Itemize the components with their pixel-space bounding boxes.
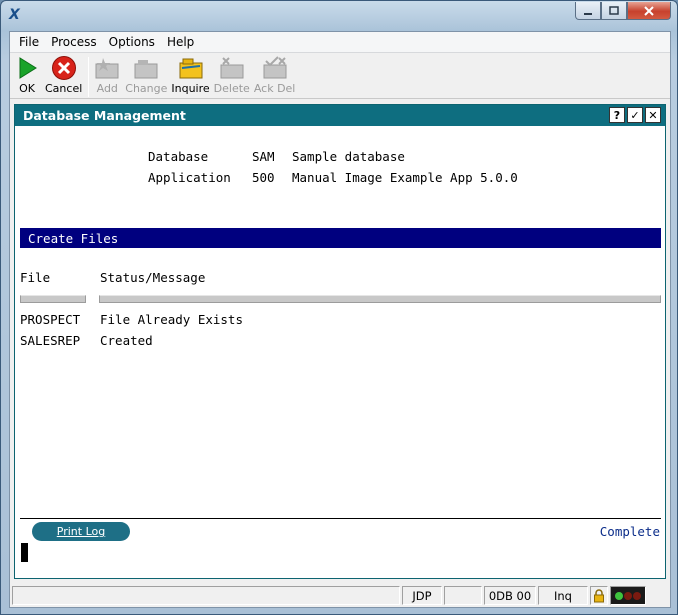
minimize-icon [584, 12, 592, 15]
text-cursor [21, 543, 28, 562]
ack-del-label: Ack Del [253, 82, 296, 95]
application-label: Application [148, 170, 231, 185]
ack-del-button[interactable]: Ack Del [253, 55, 296, 95]
application-description: Manual Image Example App 5.0.0 [292, 170, 518, 185]
menu-process[interactable]: Process [45, 35, 103, 49]
add-label: Add [96, 82, 118, 95]
title-bar[interactable]: X [1, 1, 677, 31]
client-area: File Process Options Help OK Cancel Add … [9, 31, 671, 608]
completion-status: Complete [599, 524, 660, 539]
delete-label: Delete [213, 82, 250, 95]
play-arrow-icon [13, 55, 41, 81]
close-inner-button[interactable]: ✕ [645, 107, 661, 123]
help-button[interactable]: ? [609, 107, 625, 123]
inner-window-controls: ? ✓ ✕ [609, 107, 661, 123]
inner-window-title: Database Management [23, 108, 186, 123]
status-blank-cell [444, 586, 482, 605]
row-file-cell: SALESREP [20, 333, 81, 348]
database-description: Sample database [292, 149, 405, 164]
row-status-cell: File Already Exists [100, 312, 243, 327]
lock-icon [590, 586, 608, 605]
inquire-folder-icon [177, 55, 205, 81]
application-code: 500 [252, 170, 275, 185]
toolbar: OK Cancel Add Change Inquire Delete Ack … [10, 53, 670, 99]
database-info-row: Database SAM Sample database [148, 149, 405, 164]
section-header: Create Files [20, 228, 661, 248]
cancel-x-icon [50, 55, 78, 81]
add-folder-icon [93, 55, 121, 81]
menu-options[interactable]: Options [103, 35, 161, 49]
delete-folder-icon [218, 55, 246, 81]
maximize-button[interactable] [601, 2, 627, 20]
maximize-icon [609, 5, 619, 15]
change-button[interactable]: Change [125, 55, 167, 95]
database-management-window: Database Management ? ✓ ✕ Database SAM S… [14, 104, 666, 579]
minimize-button[interactable] [575, 2, 601, 20]
divider [20, 518, 661, 519]
status-mode-cell: Inq [538, 586, 588, 605]
cancel-button[interactable]: Cancel [45, 55, 82, 95]
status-user-cell: JDP [402, 586, 442, 605]
connection-lights-icon [610, 586, 646, 605]
application-info-row: Application 500 Manual Image Example App… [148, 170, 518, 185]
close-icon [644, 5, 654, 16]
menu-file[interactable]: File [13, 35, 45, 49]
inquire-label: Inquire [171, 82, 210, 95]
menu-bar: File Process Options Help [10, 32, 670, 53]
ok-button[interactable]: OK [13, 55, 41, 95]
toolbar-separator [88, 57, 90, 97]
database-label: Database [148, 149, 209, 164]
status-column-resize-bar[interactable] [99, 295, 661, 303]
application-window: X File Process Options Help OK Cancel Ad… [0, 0, 678, 615]
row-file-cell: PROSPECT [20, 312, 81, 327]
window-controls [575, 2, 671, 20]
status-bar: JDP 0DB 00 Inq [10, 584, 670, 607]
cancel-label: Cancel [45, 82, 83, 95]
ok-label: OK [19, 82, 35, 95]
column-header-status: Status/Message [100, 270, 206, 285]
inner-title-bar[interactable]: Database Management ? ✓ ✕ [15, 105, 665, 126]
change-label: Change [125, 82, 168, 95]
section-title: Create Files [28, 230, 119, 246]
accept-button[interactable]: ✓ [627, 107, 643, 123]
close-window-button[interactable] [627, 2, 671, 20]
row-status-cell: Created [100, 333, 153, 348]
menu-help[interactable]: Help [161, 35, 200, 49]
app-logo-icon: X [9, 7, 20, 23]
ack-delete-folder-icon [261, 55, 289, 81]
add-button[interactable]: Add [93, 55, 121, 95]
status-message-cell [12, 586, 400, 605]
column-header-file: File [20, 270, 51, 285]
inquire-button[interactable]: Inquire [171, 55, 210, 95]
change-folder-icon [132, 55, 160, 81]
print-log-button[interactable]: Print Log [32, 522, 130, 541]
delete-button[interactable]: Delete [214, 55, 250, 95]
file-column-resize-bar[interactable] [20, 295, 86, 303]
status-db-cell: 0DB 00 [484, 586, 536, 605]
database-code: SAM [252, 149, 275, 164]
